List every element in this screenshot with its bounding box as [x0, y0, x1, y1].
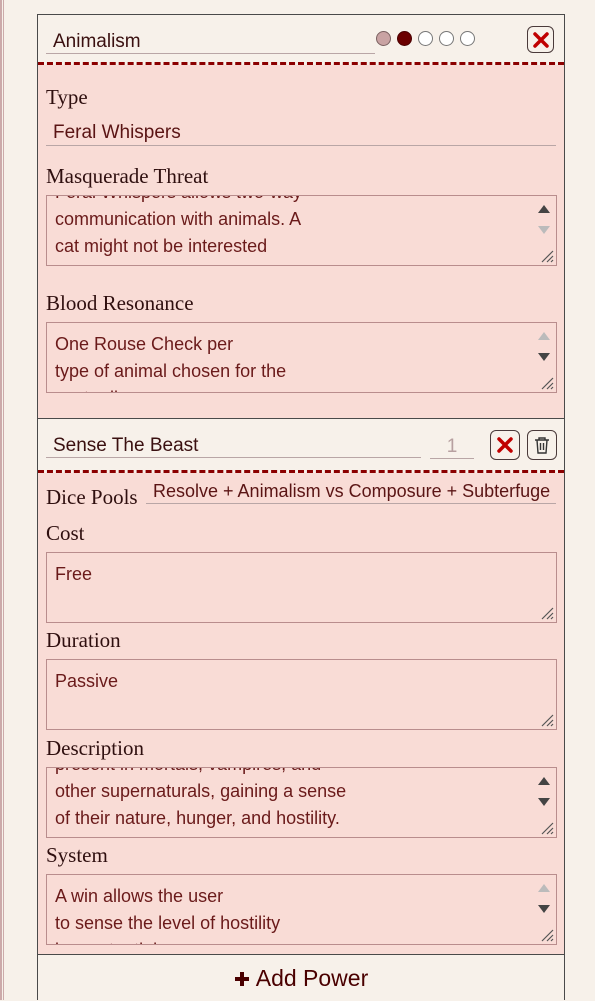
scroll-up-icon[interactable] — [538, 884, 550, 892]
dot-3[interactable] — [418, 31, 433, 46]
power-header: Sense The Beast 1 — [38, 419, 564, 473]
scroll-up-icon[interactable] — [538, 777, 550, 785]
dot-1[interactable] — [376, 31, 391, 46]
scroll-up-icon[interactable] — [538, 332, 550, 340]
blood-resonance-text: One Rouse Check per type of animal chose… — [55, 334, 287, 392]
scroll-down-icon[interactable] — [538, 226, 550, 234]
type-field[interactable]: Feral Whispers — [46, 121, 556, 146]
page-left-rule — [0, 0, 4, 1000]
cost-label: Cost — [46, 521, 85, 545]
system-label: System — [46, 843, 108, 867]
cost-text: Free — [55, 564, 93, 584]
resize-grip-icon[interactable] — [540, 376, 554, 390]
delete-power-button[interactable] — [527, 430, 557, 460]
resize-grip-icon[interactable] — [540, 713, 554, 727]
power-panel: Sense The Beast 1 Dice Pools Resolve + A… — [37, 418, 565, 955]
discipline-header: Animalism — [38, 15, 564, 65]
discipline-name-field[interactable]: Animalism — [46, 31, 375, 54]
duration-text: Passive — [55, 671, 119, 691]
trash-icon — [535, 437, 549, 454]
power-name-field[interactable]: Sense The Beast — [46, 435, 421, 458]
type-label: Type — [46, 85, 88, 109]
dot-4[interactable] — [439, 31, 454, 46]
description-text: present in mortals, vampires, and other … — [55, 768, 347, 828]
dice-pools-field[interactable]: Resolve + Animalism vs Composure + Subte… — [146, 479, 556, 504]
dice-pools-label: Dice Pools — [46, 485, 138, 509]
resize-grip-icon[interactable] — [540, 928, 554, 942]
dot-2[interactable] — [397, 31, 412, 46]
blood-resonance-textarea[interactable]: One Rouse Check per type of animal chose… — [46, 322, 557, 393]
cost-textarea[interactable]: Free — [46, 552, 557, 623]
resize-grip-icon[interactable] — [540, 606, 554, 620]
system-text: A win allows the user to sense the level… — [55, 886, 281, 944]
close-x-icon — [497, 437, 513, 453]
description-textarea[interactable]: present in mortals, vampires, and other … — [46, 767, 557, 838]
dot-5[interactable] — [460, 31, 475, 46]
plus-icon — [234, 972, 249, 986]
power-level-field[interactable]: 1 — [430, 436, 474, 459]
scroll-down-icon[interactable] — [538, 905, 550, 913]
scroll-down-icon[interactable] — [538, 353, 550, 361]
masquerade-threat-text: Feral Whispers allows two-way communicat… — [55, 196, 302, 256]
masquerade-threat-textarea[interactable]: Feral Whispers allows two-way communicat… — [46, 195, 557, 266]
scroll-down-icon[interactable] — [538, 798, 550, 806]
duration-textarea[interactable]: Passive — [46, 659, 557, 730]
scroll-up-icon[interactable] — [538, 205, 550, 213]
add-power-label: Add Power — [255, 965, 369, 991]
duration-label: Duration — [46, 628, 121, 652]
resize-grip-icon[interactable] — [540, 821, 554, 835]
description-label: Description — [46, 736, 144, 760]
add-power-button[interactable]: Add Power — [37, 954, 565, 1000]
close-x-icon — [532, 31, 549, 48]
discipline-dots — [376, 31, 475, 46]
discipline-panel: Animalism Type Feral Whispers Masquerade… — [37, 14, 565, 419]
blood-resonance-label: Blood Resonance — [46, 291, 194, 315]
remove-power-button[interactable] — [490, 430, 520, 460]
resize-grip-icon[interactable] — [540, 249, 554, 263]
masquerade-threat-label: Masquerade Threat — [46, 164, 209, 188]
remove-discipline-button[interactable] — [527, 26, 554, 53]
system-textarea[interactable]: A win allows the user to sense the level… — [46, 874, 557, 945]
